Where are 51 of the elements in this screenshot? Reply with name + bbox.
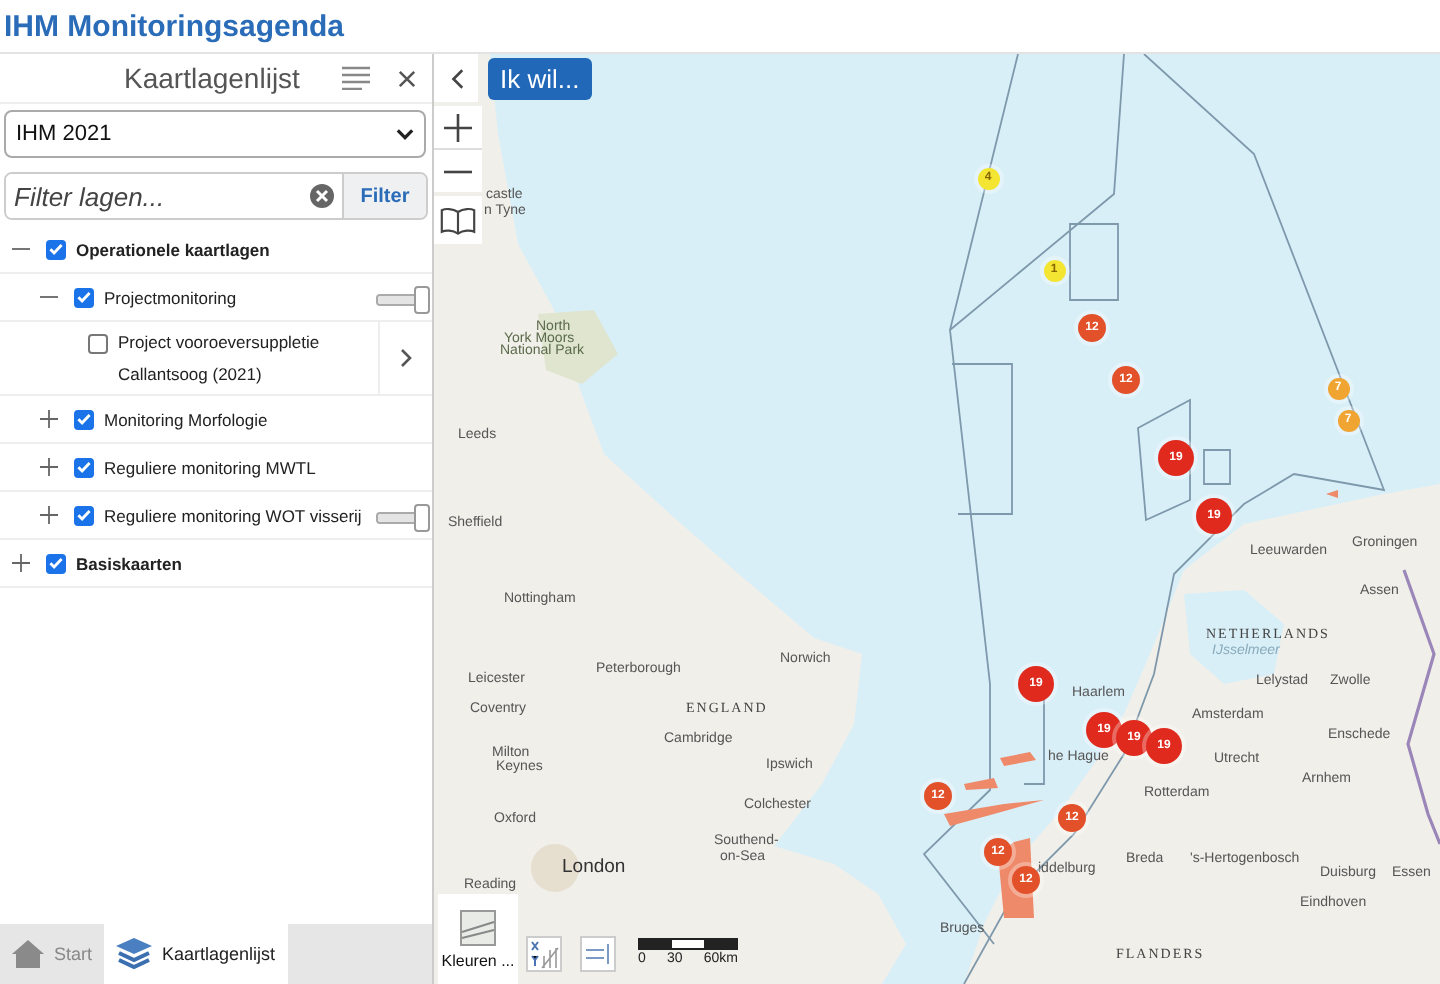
- map-label: London: [562, 856, 626, 878]
- layer-label: Project vooroeversuppletie Callantsoog (2021): [118, 330, 322, 388]
- zoom-out-button[interactable]: [434, 150, 482, 192]
- checkbox[interactable]: [46, 239, 66, 259]
- expand-icon[interactable]: [12, 552, 30, 574]
- basemap-thumbnail-icon: [460, 909, 496, 945]
- bookmark-button[interactable]: [434, 196, 482, 244]
- basemap-card[interactable]: Kleuren ...: [438, 894, 518, 984]
- minus-icon: [444, 169, 472, 173]
- layer-label: Basiskaarten: [76, 553, 182, 573]
- layer-label: Monitoring Morfologie: [104, 409, 268, 429]
- project-area: [1326, 490, 1338, 498]
- menu-icon[interactable]: [342, 66, 370, 90]
- panel-title: Kaartlagenlijst: [124, 62, 300, 94]
- survey-area: [1203, 449, 1231, 485]
- checkbox[interactable]: [74, 505, 94, 525]
- tab[interactable]: Start: [0, 924, 105, 984]
- close-icon[interactable]: [398, 69, 416, 87]
- app-title: IHM Monitoringsagenda: [4, 9, 344, 43]
- expand-icon[interactable]: [40, 504, 58, 526]
- layers-icon: [116, 938, 153, 970]
- home-icon: [12, 940, 44, 968]
- chevron-right-icon: [400, 348, 412, 368]
- scale-icon[interactable]: [580, 936, 616, 972]
- layer-label: Reguliere monitoring MWTL: [104, 457, 316, 477]
- book-icon: [440, 205, 476, 235]
- zoom-in-button[interactable]: [434, 106, 482, 148]
- checkbox[interactable]: [74, 287, 94, 307]
- checkbox[interactable]: [74, 457, 94, 477]
- collapse-panel-button[interactable]: [434, 54, 478, 102]
- layer-label: Reguliere monitoring WOT visserij: [104, 505, 362, 525]
- project-area: [964, 778, 998, 790]
- survey-area: [1069, 223, 1119, 301]
- checkbox[interactable]: [46, 553, 66, 573]
- basemap-label: Kleuren ...: [441, 951, 515, 969]
- checkbox[interactable]: [88, 334, 108, 354]
- layer-label: Operationele kaartlagen: [76, 239, 270, 259]
- project-area: [944, 800, 1044, 826]
- tab[interactable]: Kaartlagenlijst: [104, 924, 288, 984]
- project-area: [1000, 752, 1036, 766]
- version-select[interactable]: IHM 2021: [4, 110, 426, 158]
- survey-area: [1137, 398, 1191, 522]
- checkbox[interactable]: [74, 409, 94, 429]
- expand-icon[interactable]: [40, 456, 58, 478]
- chevron-left-icon: [449, 67, 463, 89]
- expand-icon[interactable]: [40, 408, 58, 430]
- layer-label: Projectmonitoring: [104, 287, 237, 307]
- chevron-down-icon: [396, 128, 414, 140]
- plus-icon: [444, 113, 472, 141]
- action-button[interactable]: Ik wil...: [488, 58, 592, 100]
- coordinates-icon[interactable]: [526, 936, 562, 972]
